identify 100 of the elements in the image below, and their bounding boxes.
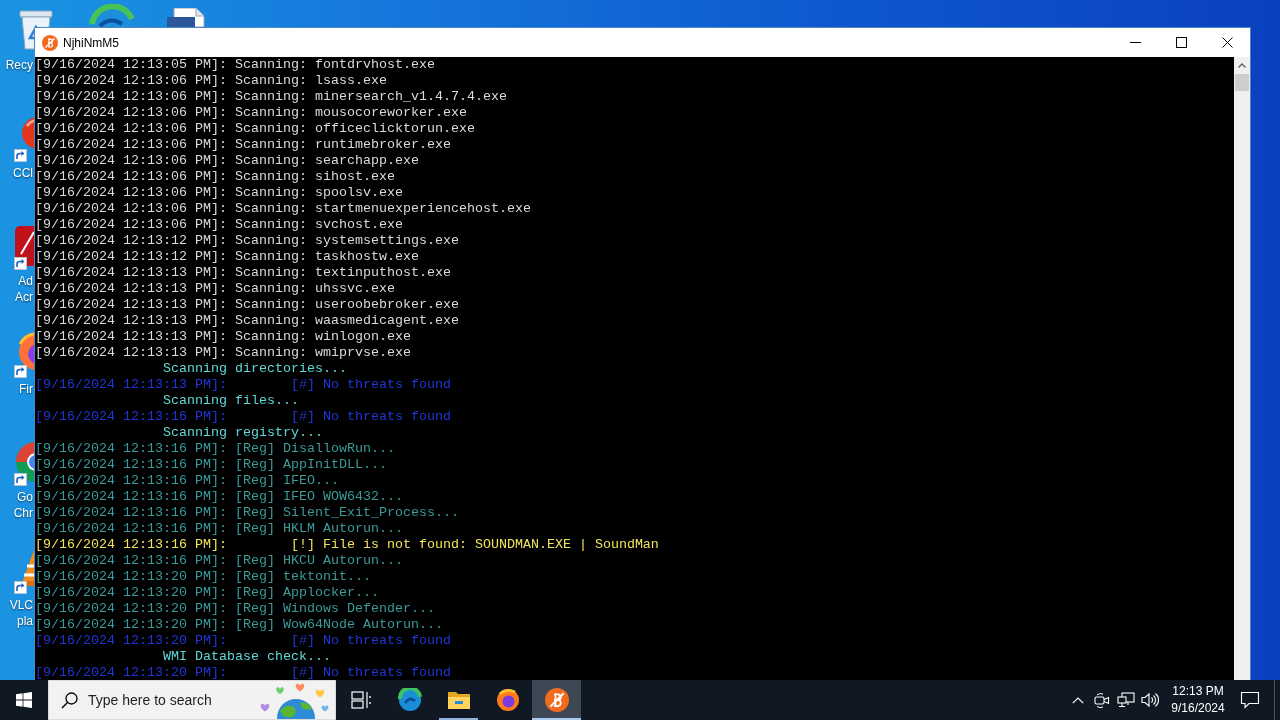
log-timestamp: [9/16/2024 12:13:20 PM]: [35, 617, 227, 633]
network-icon[interactable] [1117, 692, 1135, 708]
scrollbar-thumb[interactable] [1235, 74, 1249, 91]
log-message: Scanning: taskhostw.exe [234, 249, 419, 265]
log-message: Scanning: wmiprvse.exe [234, 345, 411, 361]
log-message: [#] No threats found [290, 377, 451, 393]
desktop-icon-label: pla [17, 613, 33, 629]
log-timestamp: [9/16/2024 12:13:06 PM]: [35, 73, 227, 89]
minimize-icon [1129, 42, 1141, 43]
log-message: Scanning: spoolsv.exe [234, 185, 403, 201]
crossed-coin-icon [42, 34, 58, 51]
log-timestamp: [9/16/2024 12:13:13 PM]: [35, 281, 227, 297]
log-timestamp: [9/16/2024 12:13:13 PM]: [35, 297, 227, 313]
log-message: [Reg] AppInitDLL... [234, 457, 387, 473]
clock-button[interactable]: 12:13 PM 9/16/2024 [1170, 680, 1226, 720]
document-icon[interactable] [166, 8, 206, 27]
desktop-icon-label: Chr [13, 505, 33, 521]
log-timestamp: [9/16/2024 12:13:05 PM]: [35, 57, 227, 73]
log-timestamp: [9/16/2024 12:13:12 PM]: [35, 249, 227, 265]
log-timestamp: [9/16/2024 12:13:06 PM]: [35, 153, 227, 169]
log-timestamp: [9/16/2024 12:13:16 PM]: [35, 409, 227, 425]
log-timestamp: [9/16/2024 12:13:13 PM]: [35, 329, 227, 345]
desktop-icon-label: Recy [5, 57, 33, 73]
window-title: NjhiNmM5 [63, 35, 119, 50]
maximize-icon [1175, 37, 1187, 48]
log-message: [Reg] HKCU Autorun... [234, 553, 403, 569]
log-message: Scanning: searchapp.exe [234, 153, 419, 169]
log-heading: WMI Database check... [162, 649, 331, 665]
browser-swirl-icon [397, 688, 422, 712]
log-message: Scanning: systemsettings.exe [234, 233, 459, 249]
log-message: [Reg] Windows Defender... [234, 601, 435, 617]
log-timestamp: [9/16/2024 12:13:06 PM]: [35, 105, 227, 121]
log-message: [#] No threats found [290, 409, 451, 425]
search-field[interactable]: Type here to search [88, 681, 256, 719]
log-timestamp: [9/16/2024 12:13:16 PM]: [35, 473, 227, 489]
log-message: Scanning: uhssvc.exe [234, 281, 395, 297]
log-message: Scanning: officeclicktorun.exe [234, 121, 475, 137]
task-view-icon [350, 691, 371, 709]
folder-icon [446, 690, 471, 710]
log-message: [Reg] Silent_Exit_Process... [234, 505, 459, 521]
log-timestamp: [9/16/2024 12:13:13 PM]: [35, 345, 227, 361]
notification-icon[interactable] [1240, 691, 1260, 709]
log-message: [Reg] DisallowRun... [234, 441, 395, 457]
close-icon [1221, 37, 1233, 48]
log-timestamp: [9/16/2024 12:13:16 PM]: [35, 521, 227, 537]
desktop-icon-label: Fir [19, 381, 33, 397]
log-timestamp: [9/16/2024 12:13:13 PM]: [35, 313, 227, 329]
log-timestamp: [9/16/2024 12:13:20 PM]: [35, 601, 227, 617]
log-timestamp: [9/16/2024 12:13:16 PM]: [35, 537, 227, 553]
desktop-icon-label: Ad [18, 273, 33, 289]
desktop-icon-label: VLC [9, 597, 33, 613]
log-timestamp: [9/16/2024 12:13:13 PM]: [35, 377, 227, 393]
desktop-icon-label: Acr [15, 289, 33, 305]
log-timestamp: [9/16/2024 12:13:06 PM]: [35, 137, 227, 153]
log-timestamp: [9/16/2024 12:13:06 PM]: [35, 169, 227, 185]
shortcut-icon[interactable] [12, 224, 34, 270]
desktop-icon-label: CCl [13, 165, 33, 181]
windows-logo-icon [16, 692, 32, 708]
log-timestamp: [9/16/2024 12:13:12 PM]: [35, 233, 227, 249]
search-icon [61, 691, 78, 709]
log-timestamp: [9/16/2024 12:13:20 PM]: [35, 665, 227, 680]
fire-globe-icon [495, 688, 520, 712]
log-timestamp: [9/16/2024 12:13:06 PM]: [35, 185, 227, 201]
log-message: Scanning: minersearch_v1.4.7.4.exe [234, 89, 507, 105]
log-message: Scanning: textinputhost.exe [234, 265, 451, 281]
log-message: [Reg] tektonit... [234, 569, 371, 585]
search-box[interactable]: Type here to search [48, 680, 336, 720]
warning-message: [!] File is not found: SOUNDMAN.EXE | SoundMan [290, 537, 659, 553]
crossed-coin-icon [544, 688, 569, 712]
log-message: [#] No threats found [290, 633, 451, 649]
log-message: [#] No threats found [290, 665, 451, 680]
log-heading: Scanning files... [162, 393, 299, 409]
log-message: [Reg] HKLM Autorun... [234, 521, 403, 537]
log-timestamp: [9/16/2024 12:13:20 PM]: [35, 633, 227, 649]
log-message: Scanning: fontdrvhost.exe [234, 57, 435, 73]
log-heading: Scanning registry... [162, 425, 323, 441]
volume-icon[interactable] [1141, 692, 1159, 708]
log-timestamp: [9/16/2024 12:13:16 PM]: [35, 457, 227, 473]
log-message: Scanning: useroobebroker.exe [234, 297, 459, 313]
camera-icon[interactable] [1094, 692, 1110, 708]
log-timestamp: [9/16/2024 12:13:13 PM]: [35, 265, 227, 281]
log-message: Scanning: lsass.exe [234, 73, 387, 89]
log-message: Scanning: sihost.exe [234, 169, 395, 185]
taskbar-app-button[interactable] [532, 680, 581, 720]
log-message: Scanning: svchost.exe [234, 217, 403, 233]
log-message: [Reg] Applocker... [234, 585, 379, 601]
log-message: Scanning: waasmedicagent.exe [234, 313, 459, 329]
log-message: Scanning: runtimebroker.exe [234, 137, 451, 153]
log-timestamp: [9/16/2024 12:13:16 PM]: [35, 553, 227, 569]
desktop-icon-label: Go [17, 489, 33, 505]
scrollbar[interactable] [1234, 57, 1250, 680]
log-message: Scanning: mousocoreworker.exe [234, 105, 467, 121]
log-timestamp: [9/16/2024 12:13:16 PM]: [35, 441, 227, 457]
log-timestamp: [9/16/2024 12:13:06 PM]: [35, 121, 227, 137]
log-message: [Reg] IFEO... [234, 473, 339, 489]
log-timestamp: [9/16/2024 12:13:06 PM]: [35, 217, 227, 233]
log-timestamp: [9/16/2024 12:13:06 PM]: [35, 201, 227, 217]
log-message: Scanning: startmenuexperiencehost.exe [234, 201, 531, 217]
log-heading: Scanning directories... [162, 361, 347, 377]
log-timestamp: [9/16/2024 12:13:20 PM]: [35, 585, 227, 601]
